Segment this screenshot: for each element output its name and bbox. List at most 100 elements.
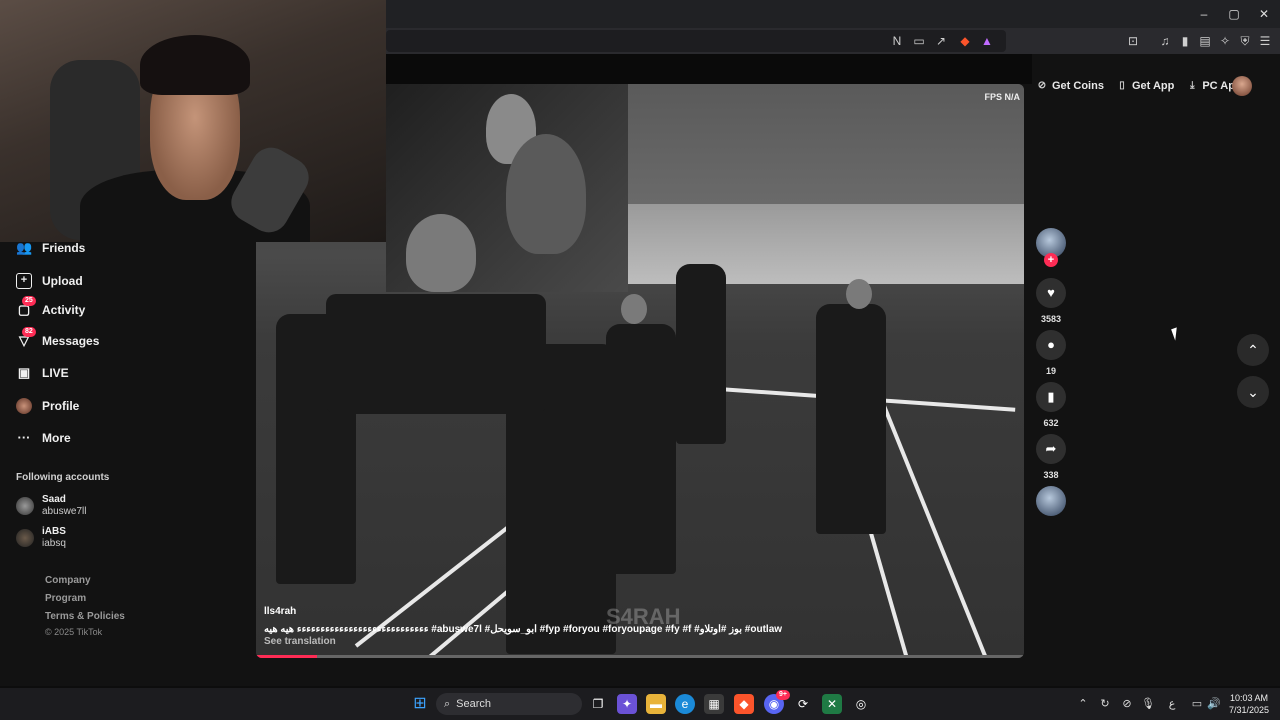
video-author[interactable]: lls4rah [264, 606, 296, 617]
following-account-saad[interactable]: Saad abuswe7ll [16, 494, 86, 518]
rewards-icon[interactable]: ▲ [978, 32, 996, 50]
display-icon[interactable]: ▭ [1189, 696, 1205, 712]
sidebar-item-label: Upload [42, 274, 83, 288]
taskbar-search[interactable]: ⌕ Search [436, 693, 582, 715]
microphone-icon[interactable]: 🎙 [1140, 696, 1156, 712]
get-coins-label: Get Coins [1052, 80, 1104, 92]
inset-person [406, 214, 476, 292]
close-button[interactable]: ✕ [1256, 6, 1272, 22]
heart-icon: ♥ [1047, 285, 1055, 300]
discord-badge: 9+ [776, 690, 790, 700]
video-progress-bar[interactable] [256, 655, 1024, 658]
officer-head [621, 294, 647, 324]
volume-icon[interactable]: 🔊 [1206, 696, 1222, 712]
maximize-button[interactable]: ▢ [1226, 6, 1242, 22]
following-heading: Following accounts [16, 472, 110, 483]
controller-icon[interactable]: ◎ [851, 694, 871, 714]
brave-shield-icon[interactable]: ◆ [956, 32, 974, 50]
comment-button[interactable]: ● [1036, 330, 1066, 360]
share-icon[interactable]: ↗ [932, 32, 950, 50]
user-avatar[interactable] [1232, 76, 1252, 96]
sidebar-item-messages[interactable]: ▽ 82 Messages [16, 327, 99, 353]
get-coins-button[interactable]: ⊘ Get Coins [1036, 80, 1104, 92]
sidebar-item-more[interactable]: ··· More [16, 426, 71, 450]
see-translation-link[interactable]: See translation [264, 636, 336, 647]
webcam-overlay [0, 0, 386, 242]
sync-icon[interactable]: ↻ [1097, 696, 1113, 712]
account-handle: iabsq [42, 538, 66, 549]
clock-date: 7/31/2025 [1228, 705, 1270, 715]
network-off-icon[interactable]: ⊘ [1119, 696, 1135, 712]
music-disc-avatar[interactable] [1036, 486, 1066, 516]
video-caption: ءءءءءءءءءءءءءءءءءءءءءءءءءءءء هيه هيه #ab… [264, 624, 783, 635]
screen: – ▢ ✕ N ▭ ↗ ◆ ▲ ⊡ ♫ ▮ ▤ ✧ ⛨ ☰ ⊘ Get Coin… [0, 0, 1280, 720]
account-handle: abuswe7ll [42, 506, 87, 517]
tray-chevron-icon[interactable]: ⌃ [1075, 696, 1091, 712]
more-icon: ··· [17, 430, 31, 445]
get-app-label: Get App [1131, 80, 1175, 92]
footer-terms-link[interactable]: Terms & Policies [45, 611, 125, 622]
following-account-iabs[interactable]: iABS iabsq [16, 526, 66, 550]
brave-icon[interactable]: ◆ [734, 694, 754, 714]
no-tracking-icon[interactable]: N [888, 32, 906, 50]
sidebar-item-live[interactable]: ▣ LIVE [16, 361, 69, 385]
account-name: Saad [42, 494, 66, 505]
streamer-hair [140, 35, 250, 95]
task-view-icon[interactable]: ❐ [588, 694, 608, 714]
officer-head [846, 279, 872, 309]
file-explorer-icon[interactable]: ▬ [646, 694, 666, 714]
menu-icon[interactable]: ☰ [1256, 32, 1274, 50]
get-app-button[interactable]: ▯ Get App [1116, 80, 1174, 92]
minimize-button[interactable]: – [1196, 6, 1212, 22]
sidebar-item-upload[interactable]: + Upload [16, 269, 83, 293]
like-button[interactable]: ♥ [1036, 278, 1066, 308]
video-top-strip [386, 54, 1032, 84]
footer-company-link[interactable]: Company [45, 575, 91, 586]
live-icon: ▣ [17, 365, 31, 380]
copilot-icon[interactable]: ✦ [617, 694, 637, 714]
officer-figure [816, 304, 886, 534]
comment-count: 19 [1045, 366, 1056, 376]
chevron-down-icon: ⌄ [1247, 384, 1259, 400]
officer-figure [606, 324, 676, 574]
vpn-icon[interactable]: ⛨ [1236, 32, 1254, 50]
sidebar-item-label: More [42, 431, 71, 445]
search-icon: ⌕ [444, 697, 451, 710]
sidebar-item-label: Friends [42, 241, 86, 255]
download-icon: ⤓ [1190, 80, 1195, 91]
inset-person [506, 134, 586, 254]
comment-icon: ● [1047, 337, 1055, 352]
store-icon[interactable]: ▦ [704, 694, 724, 714]
taskbar-clock[interactable]: 10:03 AM 7/31/2025 [1222, 692, 1276, 716]
clock-time: 10:03 AM [1229, 693, 1269, 703]
share-button[interactable]: ➦ [1036, 434, 1066, 464]
messages-icon: ▽ 82 [16, 327, 36, 349]
leo-ai-icon[interactable]: ✧ [1216, 32, 1234, 50]
sidebar-item-activity[interactable]: ▢ 25 Activity [16, 296, 85, 322]
copyright: © 2025 TikTok [45, 627, 103, 637]
share-arrow-icon: ➦ [1045, 441, 1057, 456]
xbox-icon[interactable]: ✕ [822, 694, 842, 714]
save-button[interactable]: ▮ [1036, 382, 1066, 412]
app-icon[interactable]: ⟳ [793, 694, 813, 714]
cast-icon[interactable]: ▭ [910, 32, 928, 50]
discord-icon[interactable]: ◉ 9+ [764, 690, 790, 714]
language-indicator[interactable]: ع [1164, 696, 1180, 712]
screenshot-icon[interactable]: ⊡ [1124, 32, 1142, 50]
music-icon[interactable]: ♫ [1156, 32, 1174, 50]
follow-button[interactable]: + [1044, 253, 1058, 267]
header-actions: ⊘ Get Coins ▯ Get App ⤓ PC App [1036, 76, 1242, 96]
previous-video-button[interactable]: ⌃ [1237, 334, 1269, 366]
next-video-button[interactable]: ⌄ [1237, 376, 1269, 408]
footer-program-link[interactable]: Program [45, 593, 86, 604]
phone-icon: ▯ [1119, 80, 1125, 91]
edge-icon[interactable]: e [675, 694, 695, 714]
share-count: 338 [1043, 470, 1059, 480]
sidebar-toggle-icon[interactable]: ▮ [1176, 32, 1194, 50]
wallet-icon[interactable]: ▤ [1196, 32, 1214, 50]
sidebar-item-profile[interactable]: Profile [16, 394, 79, 418]
account-avatar [16, 529, 34, 547]
windows-start-icon[interactable]: ⊞ [410, 694, 430, 714]
officers-group [326, 294, 546, 414]
sidebar-item-label: LIVE [42, 366, 69, 380]
